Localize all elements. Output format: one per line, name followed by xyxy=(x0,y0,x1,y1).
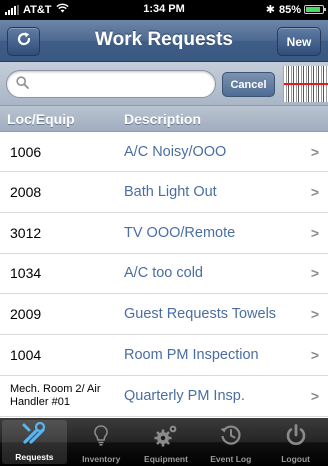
row-description: Room PM Inspection xyxy=(124,347,259,364)
battery-fill xyxy=(306,7,320,12)
search-bar: Cancel xyxy=(0,62,328,106)
table-row[interactable]: 2009 Guest Requests Towels > xyxy=(0,294,328,336)
row-location: 2008 xyxy=(10,183,42,200)
scanner-laser-line xyxy=(284,83,328,85)
search-input[interactable] xyxy=(33,75,208,93)
tab-logout[interactable]: Logout xyxy=(263,418,328,466)
table-row[interactable]: 2008 Bath Light Out > xyxy=(0,172,328,213)
row-location: Mech. Room 2/ Air Handler #01 xyxy=(10,382,101,408)
tab-inventory[interactable]: Inventory xyxy=(69,418,134,466)
column-header-description: Description xyxy=(124,111,202,127)
row-description: A/C Noisy/OOO xyxy=(124,143,227,160)
bluetooth-icon: ✱ xyxy=(265,4,275,16)
battery-percent: 85% xyxy=(278,3,301,16)
tab-label: Requests xyxy=(15,452,54,462)
column-header-location: Loc/Equip xyxy=(7,111,75,127)
table-row[interactable]: 1034 A/C too cold > xyxy=(0,254,328,295)
cancel-button[interactable]: Cancel xyxy=(222,72,275,97)
chevron-right-icon: > xyxy=(310,143,319,160)
tab-equipment[interactable]: Equipment xyxy=(134,418,199,466)
row-location: 1006 xyxy=(10,143,42,160)
search-field[interactable] xyxy=(6,70,216,98)
table-row[interactable]: Mech. Room 2/ Air Handler #01 Quarterly … xyxy=(0,376,328,417)
table-row[interactable]: 3012 TV OOO/Remote > xyxy=(0,213,328,254)
tab-label: Logout xyxy=(281,454,310,464)
search-icon xyxy=(16,76,29,92)
chevron-right-icon: > xyxy=(310,183,319,200)
tab-label: Inventory xyxy=(82,454,121,464)
chevron-right-icon: > xyxy=(310,306,319,323)
power-icon xyxy=(284,423,308,453)
tools-icon xyxy=(20,421,48,451)
table-row[interactable]: 1004 Room PM Inspection > xyxy=(0,335,328,376)
chevron-right-icon: > xyxy=(310,347,319,364)
row-location: 1034 xyxy=(10,265,42,282)
tab-event-log[interactable]: Event Log xyxy=(198,418,263,466)
table-row[interactable]: 1006 A/C Noisy/OOO > xyxy=(0,132,328,172)
row-location: 2009 xyxy=(10,306,42,323)
lightbulb-icon xyxy=(89,423,113,453)
table-header: Loc/Equip Description xyxy=(0,106,328,132)
battery-icon xyxy=(304,5,326,14)
row-location: 3012 xyxy=(10,224,42,241)
clock-history-icon xyxy=(219,423,243,453)
navigation-bar: Work Requests New xyxy=(0,20,328,62)
status-bar: AT&T 1:34 PM ✱ 85% xyxy=(0,0,328,20)
tab-requests[interactable]: Requests xyxy=(2,420,67,464)
barcode-scanner-icon[interactable] xyxy=(283,66,328,102)
chevron-right-icon: > xyxy=(310,224,319,241)
row-description: Guest Requests Towels xyxy=(124,306,277,323)
tab-label: Equipment xyxy=(144,454,188,464)
tab-label: Event Log xyxy=(210,454,252,464)
row-description: Bath Light Out xyxy=(124,183,217,200)
work-request-list: 1006 A/C Noisy/OOO > 2008 Bath Light Out… xyxy=(0,132,328,418)
row-description: TV OOO/Remote xyxy=(124,224,236,241)
chevron-right-icon: > xyxy=(310,265,319,282)
new-request-button[interactable]: New xyxy=(277,27,321,56)
tab-bar: Requests Inventory Equipment Event Log L… xyxy=(0,418,328,466)
chevron-right-icon: > xyxy=(310,387,319,404)
row-description: Quarterly PM Insp. xyxy=(124,387,245,404)
row-description: A/C too cold xyxy=(124,265,203,282)
row-location: 1004 xyxy=(10,347,42,364)
gears-icon xyxy=(153,423,179,453)
status-right: ✱ 85% xyxy=(265,3,326,16)
